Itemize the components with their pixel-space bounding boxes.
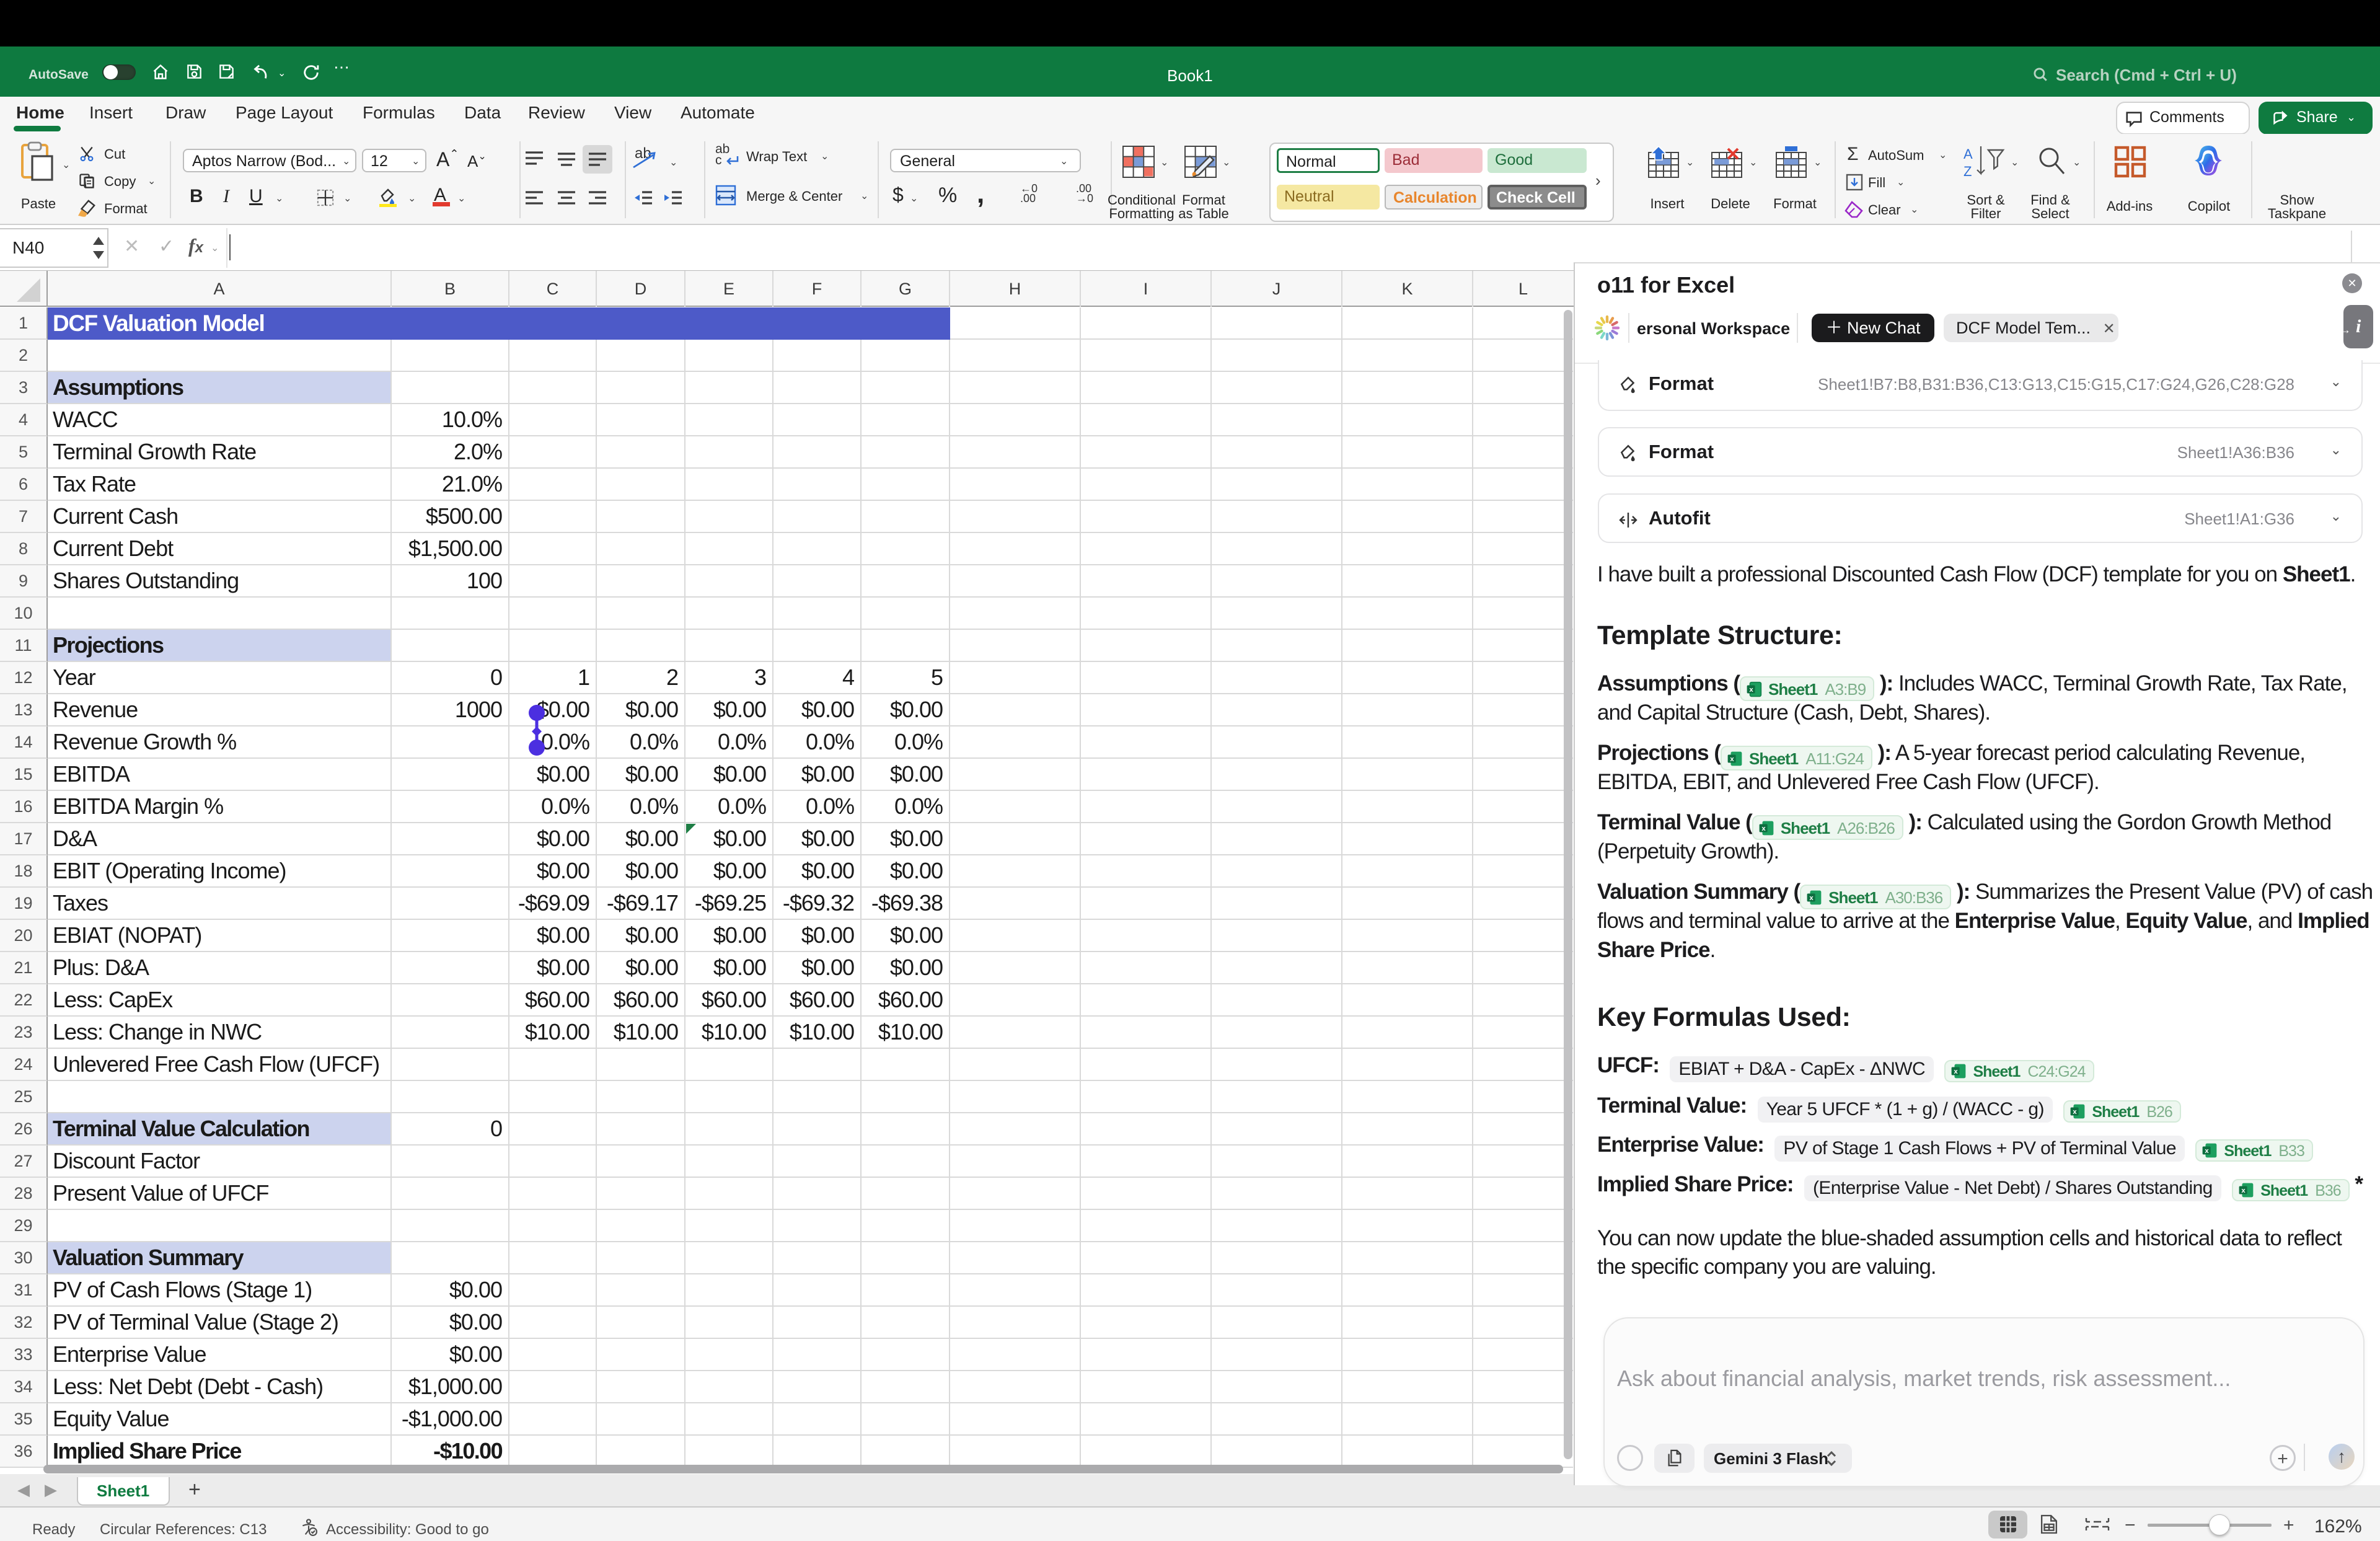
svg-text:A: A	[1963, 146, 1973, 162]
svg-text:Z: Z	[1963, 164, 1972, 179]
